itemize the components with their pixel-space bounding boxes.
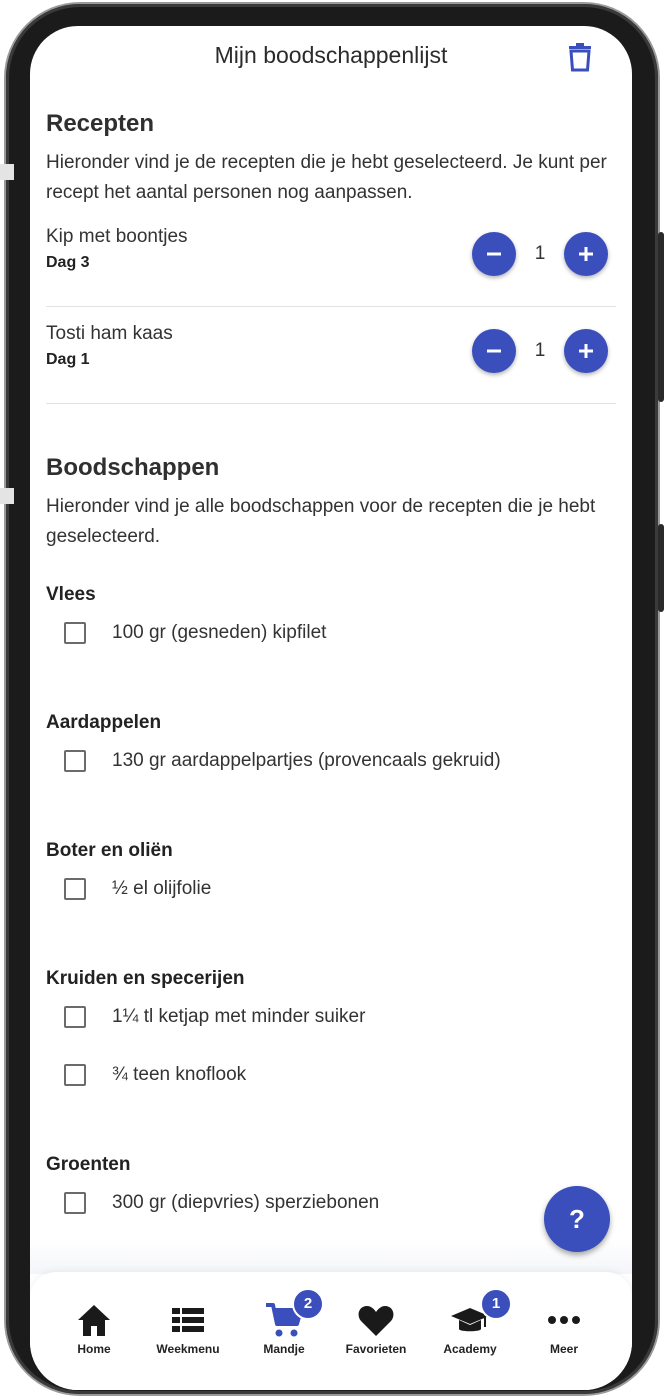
page-title: Mijn boodschappenlijst — [214, 42, 448, 68]
help-button[interactable]: ? — [544, 1186, 610, 1252]
recipe-day: Dag 1 — [46, 351, 90, 368]
item-label: 130 gr aardappelpartjes (provencaals gek… — [112, 750, 501, 771]
list-item: ¾ teen knoflook — [46, 1048, 616, 1106]
nav-item-home[interactable]: Home — [44, 1272, 144, 1372]
minus-icon — [487, 349, 501, 353]
recipe-day: Dag 3 — [46, 254, 90, 271]
cart-badge: 2 — [292, 1288, 324, 1320]
recipe-name: Tosti ham kaas — [46, 323, 173, 344]
recipes-description: Hieronder vind je de recepten die je heb… — [46, 152, 607, 203]
home-icon — [78, 1305, 110, 1336]
more-icon — [548, 1316, 580, 1324]
app-bar: Mijn boodschappenlijst — [30, 26, 632, 92]
category-block: Groenten 300 gr (diepvries) sperziebonen — [46, 1154, 616, 1234]
nav-label: Meer — [549, 1342, 578, 1356]
recipe-name: Kip met boontjes — [46, 226, 188, 247]
increase-button[interactable] — [564, 232, 608, 276]
item-checkbox[interactable] — [64, 1192, 86, 1214]
category-title: Aardappelen — [46, 712, 162, 733]
nav-item-mandje[interactable]: 2 Mandje — [234, 1272, 334, 1372]
category-title: Groenten — [46, 1154, 131, 1175]
nav-label: Academy — [443, 1342, 497, 1356]
list-item: 1¼ tl ketjap met minder suiker — [46, 990, 616, 1048]
power-button — [658, 524, 664, 612]
app-screen: Mijn boodschappenlijst Recepten Hieronde… — [30, 26, 632, 1390]
nav-item-weekmenu[interactable]: Weekmenu — [138, 1272, 238, 1372]
plus-icon — [579, 247, 593, 261]
increase-button[interactable] — [564, 329, 608, 373]
category-block: Boter en oliën ½ el olijfolie — [46, 840, 616, 920]
recipe-row: Tosti ham kaas Dag 1 1 — [46, 307, 616, 404]
nav-item-meer[interactable]: Meer — [514, 1272, 614, 1372]
minus-icon — [487, 252, 501, 256]
frame-mark — [0, 164, 14, 180]
item-checkbox[interactable] — [64, 622, 86, 644]
trash-icon[interactable] — [566, 42, 594, 72]
item-checkbox[interactable] — [64, 1064, 86, 1086]
nav-label: Mandje — [263, 1342, 305, 1356]
recipes-heading: Recepten — [46, 110, 155, 137]
scroll-fade — [30, 1240, 632, 1274]
frame-mark — [0, 488, 14, 504]
category-block: Kruiden en specerijen 1¼ tl ketjap met m… — [46, 968, 616, 1106]
item-label: ¾ teen knoflook — [112, 1064, 247, 1085]
recipe-row: Kip met boontjes Dag 3 1 — [46, 210, 616, 307]
item-label: 300 gr (diepvries) sperziebonen — [112, 1192, 380, 1213]
list-item: 130 gr aardappelpartjes (provencaals gek… — [46, 734, 616, 792]
category-block: Aardappelen 130 gr aardappelpartjes (pro… — [46, 712, 616, 792]
nav-item-academy[interactable]: 1 Academy — [420, 1272, 520, 1372]
persons-count: 1 — [534, 340, 546, 361]
list-icon — [172, 1308, 204, 1332]
list-item: ½ el olijfolie — [46, 862, 616, 920]
item-label: ½ el olijfolie — [112, 878, 212, 899]
nav-label: Favorieten — [345, 1342, 407, 1356]
category-title: Kruiden en specerijen — [46, 968, 245, 989]
category-title: Boter en oliën — [46, 840, 173, 861]
persons-stepper: 1 — [472, 329, 608, 373]
nav-label: Home — [77, 1342, 111, 1356]
item-checkbox[interactable] — [64, 1006, 86, 1028]
groceries-description: Hieronder vind je alle boodschappen voor… — [46, 496, 596, 547]
list-item: 100 gr (gesneden) kipfilet — [46, 606, 616, 664]
decrease-button[interactable] — [472, 329, 516, 373]
persons-stepper: 1 — [472, 232, 608, 276]
item-checkbox[interactable] — [64, 750, 86, 772]
item-checkbox[interactable] — [64, 878, 86, 900]
academy-badge: 1 — [480, 1288, 512, 1320]
item-label: 1¼ tl ketjap met minder suiker — [112, 1006, 366, 1027]
main-content: Recepten Hieronder vind je de recepten d… — [46, 110, 616, 1234]
list-item: 300 gr (diepvries) sperziebonen — [46, 1176, 616, 1234]
bottom-nav: Home Weekmenu 2 Mandje Favorieten 1 Acad… — [30, 1272, 632, 1390]
volume-button — [658, 232, 664, 402]
persons-count: 1 — [534, 243, 546, 264]
decrease-button[interactable] — [472, 232, 516, 276]
category-title: Vlees — [46, 584, 96, 605]
category-block: Vlees 100 gr (gesneden) kipfilet — [46, 584, 616, 664]
heart-icon — [358, 1306, 394, 1336]
nav-item-favorieten[interactable]: Favorieten — [326, 1272, 426, 1372]
nav-label: Weekmenu — [156, 1342, 220, 1356]
item-label: 100 gr (gesneden) kipfilet — [112, 622, 327, 643]
groceries-heading: Boodschappen — [46, 454, 220, 481]
plus-icon — [579, 344, 593, 358]
